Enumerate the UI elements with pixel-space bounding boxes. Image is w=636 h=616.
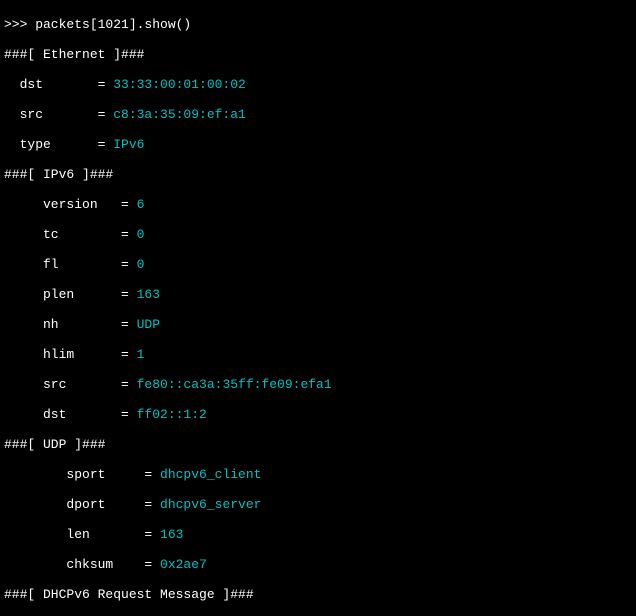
- ipv6-src: src = fe80::ca3a:35ff:fe09:efa1: [4, 377, 632, 392]
- eth-dst: dst = 33:33:00:01:00:02: [4, 77, 632, 92]
- terminal-output[interactable]: >>> packets[1021].show() ###[ Ethernet ]…: [0, 0, 636, 616]
- udp-len: len = 163: [4, 527, 632, 542]
- ipv6-header: ###[ IPv6 ]###: [4, 167, 632, 182]
- ipv6-nh: nh = UDP: [4, 317, 632, 332]
- ipv6-version: version = 6: [4, 197, 632, 212]
- ipv6-tc: tc = 0: [4, 227, 632, 242]
- udp-sport: sport = dhcpv6_client: [4, 467, 632, 482]
- eth-type: type = IPv6: [4, 137, 632, 152]
- ethernet-header: ###[ Ethernet ]###: [4, 47, 632, 62]
- repl-prompt[interactable]: >>> packets[1021].show(): [4, 17, 632, 32]
- ipv6-plen: plen = 163: [4, 287, 632, 302]
- ipv6-dst: dst = ff02::1:2: [4, 407, 632, 422]
- ipv6-fl: fl = 0: [4, 257, 632, 272]
- ipv6-hlim: hlim = 1: [4, 347, 632, 362]
- udp-dport: dport = dhcpv6_server: [4, 497, 632, 512]
- eth-src: src = c8:3a:35:09:ef:a1: [4, 107, 632, 122]
- udp-header: ###[ UDP ]###: [4, 437, 632, 452]
- udp-chksum: chksum = 0x2ae7: [4, 557, 632, 572]
- dhcpv6-request-header: ###[ DHCPv6 Request Message ]###: [4, 587, 632, 602]
